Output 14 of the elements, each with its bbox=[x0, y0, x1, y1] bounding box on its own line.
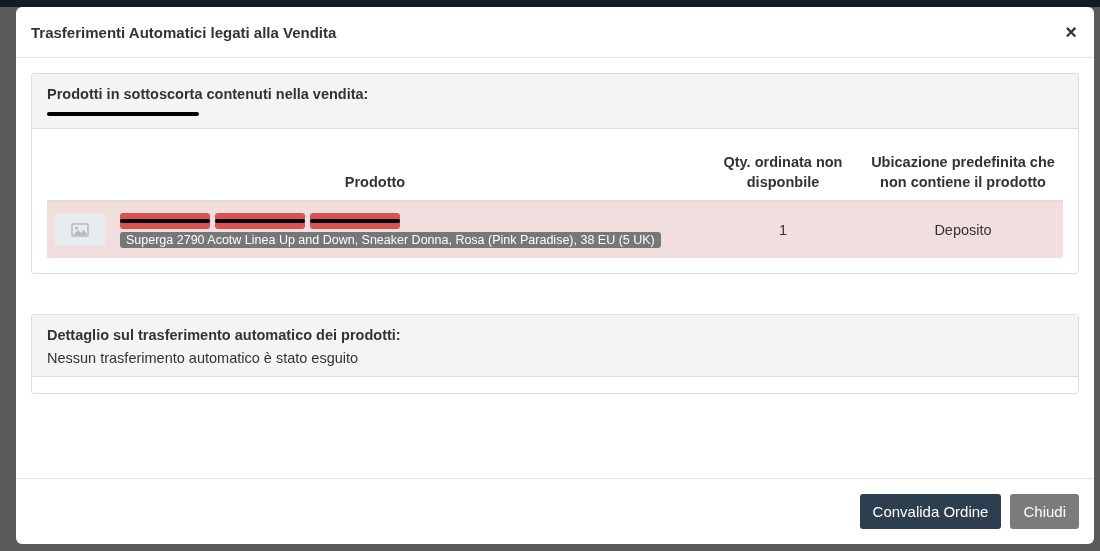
column-header: Qty. ordinata non disponbile bbox=[723, 154, 843, 190]
product-name: Superga 2790 Acotw Linea Up and Down, Sneaker Donna, Rosa (Pink Paradise), 38 EU (5 UK) bbox=[120, 231, 661, 248]
location: Deposito bbox=[934, 222, 992, 238]
transfer-message: Nessun trasferimento automatico è stato esguito bbox=[47, 350, 360, 366]
quantity: 1 bbox=[778, 222, 788, 238]
panel-heading: Prodotti in sottoscorta contenuti nella vendita: bbox=[47, 86, 370, 102]
image-placeholder-icon bbox=[55, 214, 105, 246]
confirm-button[interactable]: Convalida Ordine bbox=[859, 494, 1002, 529]
modal-title: Trasferimenti Automatici legati alla Vendita bbox=[31, 23, 337, 41]
close-button[interactable]: × bbox=[1063, 22, 1079, 42]
column-header: Ubicazione predefinita che non contiene il prodotto bbox=[871, 154, 1055, 190]
panel-heading: Dettaglio sul trasferimento automatico dei prodotti: bbox=[47, 327, 402, 343]
column-header: Prodotto bbox=[344, 174, 406, 190]
close-dialog-button[interactable]: Chiudi bbox=[1010, 494, 1079, 529]
